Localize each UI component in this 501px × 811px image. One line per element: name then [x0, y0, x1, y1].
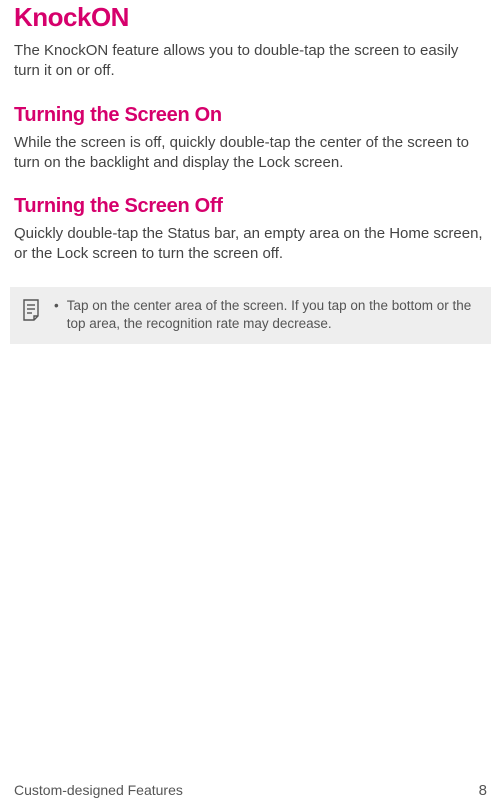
footer-page-number: 8	[479, 782, 487, 799]
footer-section-name: Custom-designed Features	[14, 782, 183, 798]
section-body-off: Quickly double-tap the Status bar, an em…	[14, 224, 487, 265]
note-box: • Tap on the center area of the screen. …	[10, 287, 491, 345]
page-title: KnockON	[14, 2, 487, 33]
note-icon	[20, 298, 42, 324]
section-heading-on: Turning the Screen On	[14, 104, 487, 127]
note-bullet: •	[54, 297, 59, 316]
section-body-on: While the screen is off, quickly double-…	[14, 133, 487, 174]
note-text: Tap on the center area of the screen. If…	[67, 297, 479, 335]
page-footer: Custom-designed Features 8	[14, 782, 487, 799]
section-heading-off: Turning the Screen Off	[14, 195, 487, 218]
note-content: • Tap on the center area of the screen. …	[54, 297, 479, 335]
intro-paragraph: The KnockON feature allows you to double…	[14, 41, 487, 82]
